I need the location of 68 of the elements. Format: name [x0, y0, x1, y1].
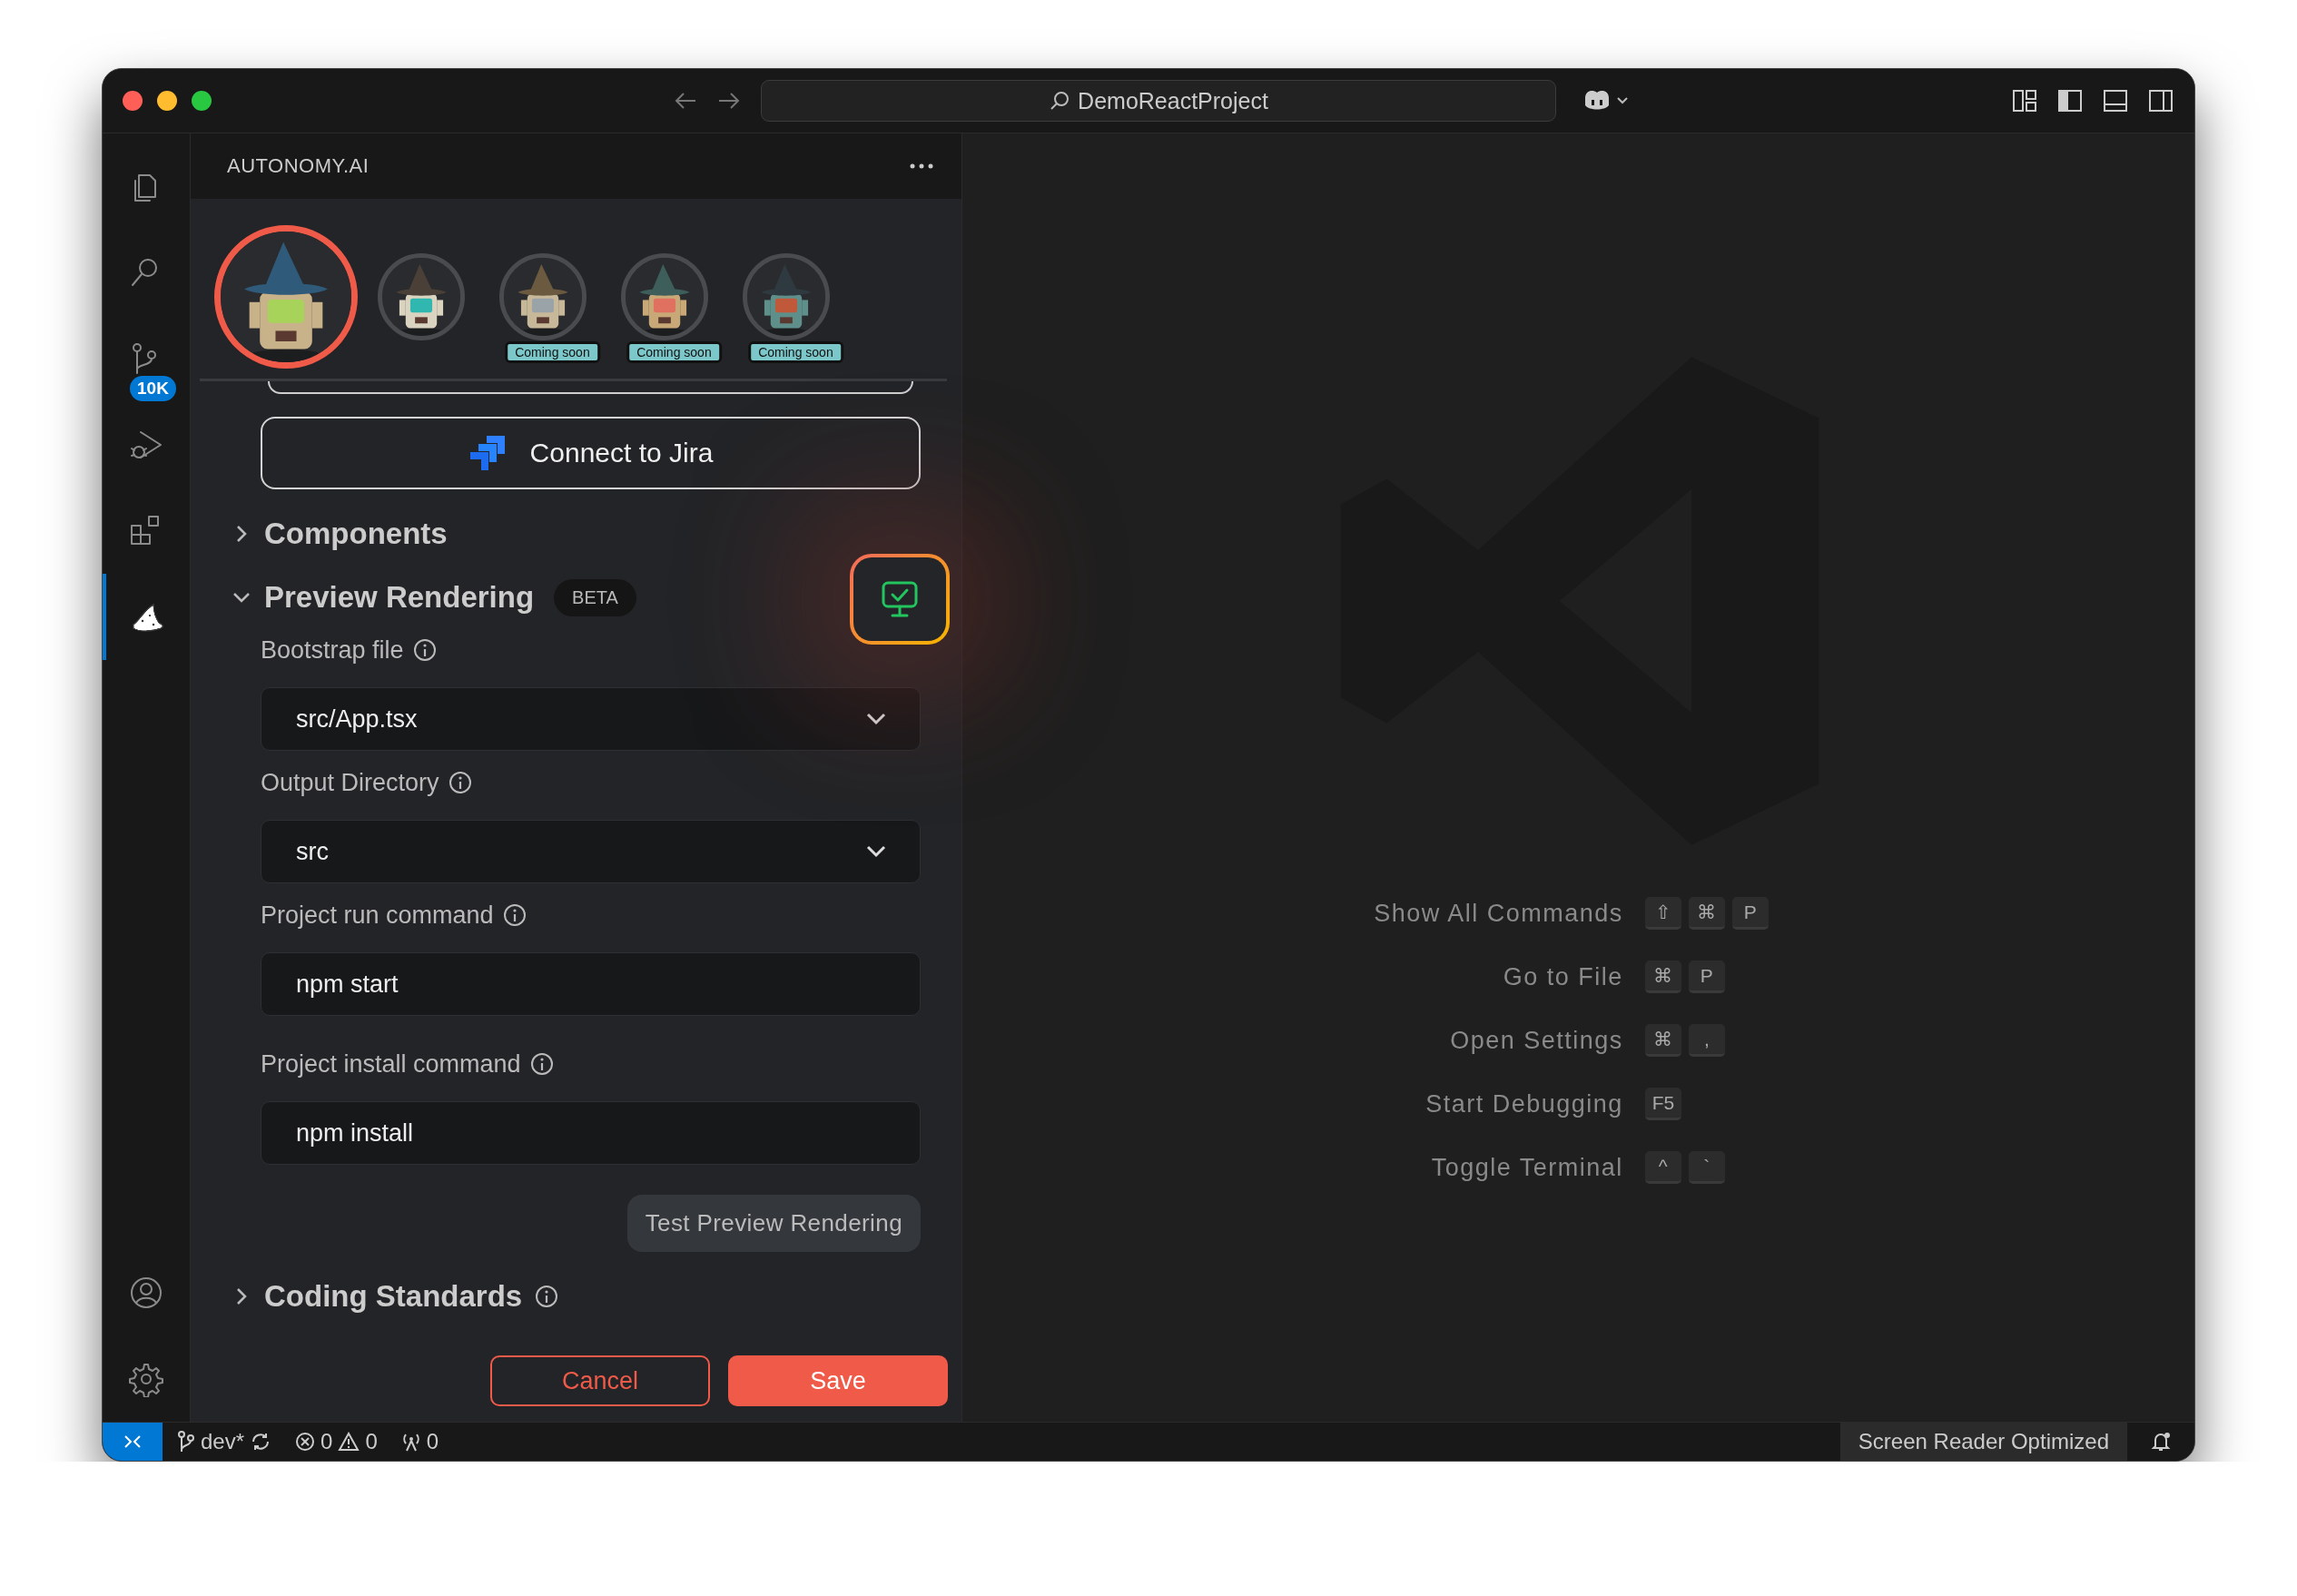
coming-soon-badge: Coming soon: [751, 344, 841, 360]
section-title[interactable]: Coding Standards: [264, 1279, 523, 1314]
branch-icon: [177, 1431, 195, 1453]
error-icon: [295, 1432, 316, 1452]
screen-reader-status[interactable]: Screen Reader Optimized: [1839, 1423, 2127, 1461]
connect-jira-button[interactable]: Connect to Jira: [261, 417, 921, 489]
layout-icon[interactable]: [2011, 88, 2038, 113]
forward-arrow-icon[interactable]: [717, 91, 741, 111]
count-badge: 10K: [130, 376, 176, 401]
keyboard-key: ⌘: [1644, 961, 1681, 993]
shortcut-label: Go to File: [1502, 962, 1623, 992]
keyboard-key: ⇧: [1644, 897, 1681, 930]
input-field[interactable]: npm install: [261, 1101, 921, 1165]
test-preview-button[interactable]: Test Preview Rendering: [626, 1195, 921, 1252]
field-label: Project run command: [261, 901, 494, 930]
shortcut-label: Open Settings: [1449, 1026, 1623, 1056]
keyboard-key: `: [1688, 1151, 1725, 1184]
coming-soon-badge: Coming soon: [629, 344, 719, 360]
panel-icon[interactable]: [2102, 88, 2129, 113]
notification-bell-icon[interactable]: [2150, 1431, 2172, 1453]
dropdown[interactable]: src/App.tsx: [261, 687, 921, 751]
input-field[interactable]: npm start: [261, 952, 921, 1016]
primary-sidebar-icon[interactable]: [2056, 88, 2084, 113]
beta-badge: BETA: [554, 578, 636, 616]
keyboard-key: P: [1731, 897, 1769, 930]
field-label: Project install command: [261, 1049, 521, 1079]
keyboard-key: P: [1688, 961, 1725, 993]
maximize-button[interactable]: [192, 91, 212, 111]
ports-status[interactable]: 0: [400, 1429, 439, 1454]
window-title: DemoReactProject: [1078, 87, 1268, 114]
monitor-check-icon: [880, 579, 920, 619]
more-icon[interactable]: [909, 163, 934, 170]
info-icon: [412, 638, 437, 662]
jira-icon: [468, 434, 507, 472]
coming-soon-badge: Coming soon: [508, 344, 597, 360]
cancel-button[interactable]: Cancel: [490, 1355, 710, 1406]
keyboard-key: F5: [1644, 1088, 1682, 1120]
remote-button[interactable]: [103, 1423, 163, 1461]
chevron-down-icon[interactable]: [1616, 96, 1629, 105]
search-icon: [1049, 90, 1071, 112]
close-button[interactable]: [123, 91, 143, 111]
keyboard-key: ⌘: [1688, 897, 1725, 930]
antenna-icon: [400, 1432, 421, 1452]
chevron-down-icon: [865, 844, 887, 859]
shortcut-label: Toggle Terminal: [1430, 1153, 1623, 1183]
back-arrow-icon[interactable]: [674, 91, 697, 111]
info-icon: [529, 1052, 554, 1076]
warning-icon: [338, 1432, 360, 1452]
minimize-button[interactable]: [157, 91, 177, 111]
problems-status[interactable]: 0 0: [295, 1429, 378, 1454]
branch-status[interactable]: dev*: [177, 1429, 272, 1454]
shortcut-label: Start Debugging: [1425, 1089, 1623, 1119]
section-title[interactable]: Components: [264, 517, 448, 551]
preview-status-button[interactable]: [850, 554, 950, 645]
section-title[interactable]: Preview Rendering: [264, 580, 535, 615]
keyboard-key: ⌘: [1644, 1024, 1681, 1057]
shortcut-label: Show All Commands: [1374, 899, 1623, 929]
secondary-sidebar-icon[interactable]: [2147, 88, 2174, 113]
dropdown[interactable]: src: [261, 820, 921, 883]
keyboard-key: ,: [1688, 1024, 1725, 1057]
command-center[interactable]: DemoReactProject: [761, 80, 1556, 122]
info-icon: [502, 903, 527, 927]
keyboard-key: ^: [1644, 1151, 1681, 1184]
field-label: Bootstrap file: [261, 635, 404, 665]
field-label: Output Directory: [261, 768, 439, 797]
sidebar-title: AUTONOMY.AI: [227, 154, 370, 178]
info-icon: [448, 771, 472, 794]
chevron-down-icon: [865, 712, 887, 726]
